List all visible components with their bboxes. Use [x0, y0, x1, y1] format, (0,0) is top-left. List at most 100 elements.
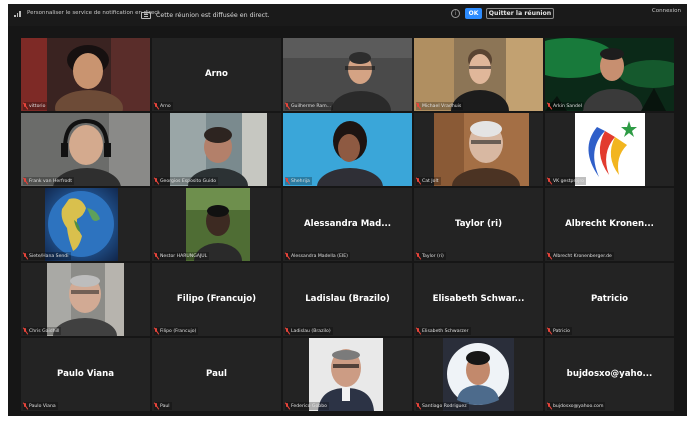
- muted-mic-icon: [416, 403, 420, 409]
- participant-label: Shehrija: [285, 177, 312, 185]
- muted-mic-icon: [23, 103, 27, 109]
- participant-display-name: Elisabeth Schwar...: [432, 294, 525, 304]
- participant-label: bujdosxo@yahoo.com: [547, 402, 606, 410]
- participant-video: [414, 38, 543, 111]
- participant-tile[interactable]: Albrecht Kronen... Albrecht Kronenberger…: [545, 188, 674, 261]
- leave-meeting-button[interactable]: Quitter la réunion: [486, 8, 554, 19]
- muted-mic-icon: [154, 253, 158, 259]
- participant-tile[interactable]: Georgios Esposito Guido: [152, 113, 281, 186]
- participant-tile[interactable]: bujdosxo@yaho... bujdosxo@yahoo.com: [545, 338, 674, 411]
- participant-label: Alessandra Madella (EIE): [285, 252, 350, 260]
- muted-mic-icon: [547, 103, 551, 109]
- participant-video: [443, 338, 514, 411]
- muted-mic-icon: [547, 403, 551, 409]
- participant-display-name: Patricio: [590, 294, 629, 304]
- muted-mic-icon: [285, 403, 289, 409]
- participant-label: Arkin Sandel: [547, 102, 585, 110]
- participant-video: [47, 263, 124, 336]
- participant-label: Michael Vradhuis: [416, 102, 464, 110]
- connection-text[interactable]: Connexion: [652, 8, 681, 14]
- participant-display-name: Paulo Viana: [57, 369, 114, 379]
- muted-mic-icon: [416, 328, 420, 334]
- participant-display-name: Albrecht Kronen...: [565, 219, 654, 229]
- participant-label: Filipo (Francujo): [154, 327, 199, 335]
- participant-tile[interactable]: Frank van Herfrodt: [21, 113, 150, 186]
- participant-tile[interactable]: Filipo (Francujo) Filipo (Francujo): [152, 263, 281, 336]
- participant-tile[interactable]: Guilherme Ram...: [283, 38, 412, 111]
- participant-tile[interactable]: Shehrija: [283, 113, 412, 186]
- participant-label: Federico Gobbo: [285, 402, 329, 410]
- participant-display-name: Taylor (ri): [454, 219, 502, 229]
- participant-display-name: Alessandra Mad...: [303, 219, 392, 229]
- participant-tile[interactable]: Santiago Rodriguez: [414, 338, 543, 411]
- muted-mic-icon: [416, 253, 420, 259]
- participant-tile-active-speaker[interactable]: Michael Vradhuis: [414, 38, 543, 111]
- participant-label: vittorio: [23, 102, 48, 110]
- participant-tile[interactable]: Siete/Hana Sendi: [21, 188, 150, 261]
- participant-tile[interactable]: Cat Jolt: [414, 113, 543, 186]
- muted-mic-icon: [285, 253, 289, 259]
- info-icon[interactable]: i: [451, 9, 460, 18]
- participant-video: [434, 113, 529, 186]
- signal-icon: [14, 10, 21, 17]
- participant-video: [21, 38, 150, 111]
- muted-mic-icon: [154, 103, 158, 109]
- muted-mic-icon: [23, 178, 27, 184]
- participant-tile[interactable]: Federico Gobbo: [283, 338, 412, 411]
- participant-video: [186, 188, 250, 261]
- participant-tile[interactable]: Patricio Patricio: [545, 263, 674, 336]
- participant-label: Arno: [154, 102, 173, 110]
- participant-display-name: Arno: [205, 69, 228, 79]
- muted-mic-icon: [154, 328, 158, 334]
- muted-mic-icon: [154, 178, 158, 184]
- participant-video: [21, 113, 150, 186]
- muted-mic-icon: [23, 403, 27, 409]
- participant-tile[interactable]: Arno Arno: [152, 38, 281, 111]
- participant-video: [545, 38, 674, 111]
- muted-mic-icon: [416, 178, 420, 184]
- participant-display-name: Ladislau (Brazilo): [305, 294, 390, 304]
- participant-tile[interactable]: Arkin Sandel: [545, 38, 674, 111]
- participant-video: [283, 38, 412, 111]
- participant-label: Paul: [154, 402, 172, 410]
- participant-video: [45, 188, 118, 261]
- muted-mic-icon: [23, 253, 27, 259]
- muted-mic-icon: [285, 328, 289, 334]
- participant-tile[interactable]: Taylor (ri) Taylor (ri): [414, 188, 543, 261]
- participant-tile[interactable]: vittorio: [21, 38, 150, 111]
- participant-tile[interactable]: Chris Gaidhill: [21, 263, 150, 336]
- participant-label: Guilherme Ram...: [285, 102, 334, 110]
- live-message: Cette réunion est diffusée en direct.: [156, 11, 270, 19]
- participant-video: [170, 113, 267, 186]
- muted-mic-icon: [547, 253, 551, 259]
- live-stream-icon: [141, 11, 151, 19]
- participant-label: Elisabeth Schwarzer: [416, 327, 471, 335]
- participant-tile[interactable]: Ladislau (Brazilo) Ladislau (Brazilo): [283, 263, 412, 336]
- participant-display-name: Paul: [206, 369, 227, 379]
- participant-tile[interactable]: Nestor HARUNGAJUL: [152, 188, 281, 261]
- ok-button[interactable]: OK: [465, 8, 482, 19]
- muted-mic-icon: [547, 178, 551, 184]
- notice-text[interactable]: Personnaliser le service de notification…: [27, 10, 159, 16]
- participant-label: Albrecht Kronenberger.de: [547, 252, 614, 260]
- participant-label: Siete/Hana Sendi: [23, 252, 71, 260]
- participant-label: Taylor (ri): [416, 252, 446, 260]
- meeting-window: Personnaliser le service de notification…: [8, 4, 687, 416]
- participant-label: Cat Jolt: [416, 177, 441, 185]
- top-left-area: Personnaliser le service de notification…: [14, 7, 159, 19]
- participant-video: [283, 113, 412, 186]
- participant-tile[interactable]: Paulo Viana Paulo Viana: [21, 338, 150, 411]
- muted-mic-icon: [416, 103, 420, 109]
- participant-label: Santiago Rodriguez: [416, 402, 469, 410]
- participant-display-name: bujdosxo@yaho...: [566, 369, 653, 379]
- muted-mic-icon: [154, 403, 158, 409]
- participant-tile[interactable]: Alessandra Mad... Alessandra Madella (EI…: [283, 188, 412, 261]
- participant-label: Frank van Herfrodt: [23, 177, 75, 185]
- participant-label: Nestor HARUNGAJUL: [154, 252, 210, 260]
- participant-tile[interactable]: Elisabeth Schwar... Elisabeth Schwarzer: [414, 263, 543, 336]
- participant-logo: [575, 113, 645, 186]
- participant-tile[interactable]: VK gestprojro: [545, 113, 674, 186]
- participant-tile[interactable]: Paul Paul: [152, 338, 281, 411]
- muted-mic-icon: [285, 103, 289, 109]
- participant-label: Paulo Viana: [23, 402, 58, 410]
